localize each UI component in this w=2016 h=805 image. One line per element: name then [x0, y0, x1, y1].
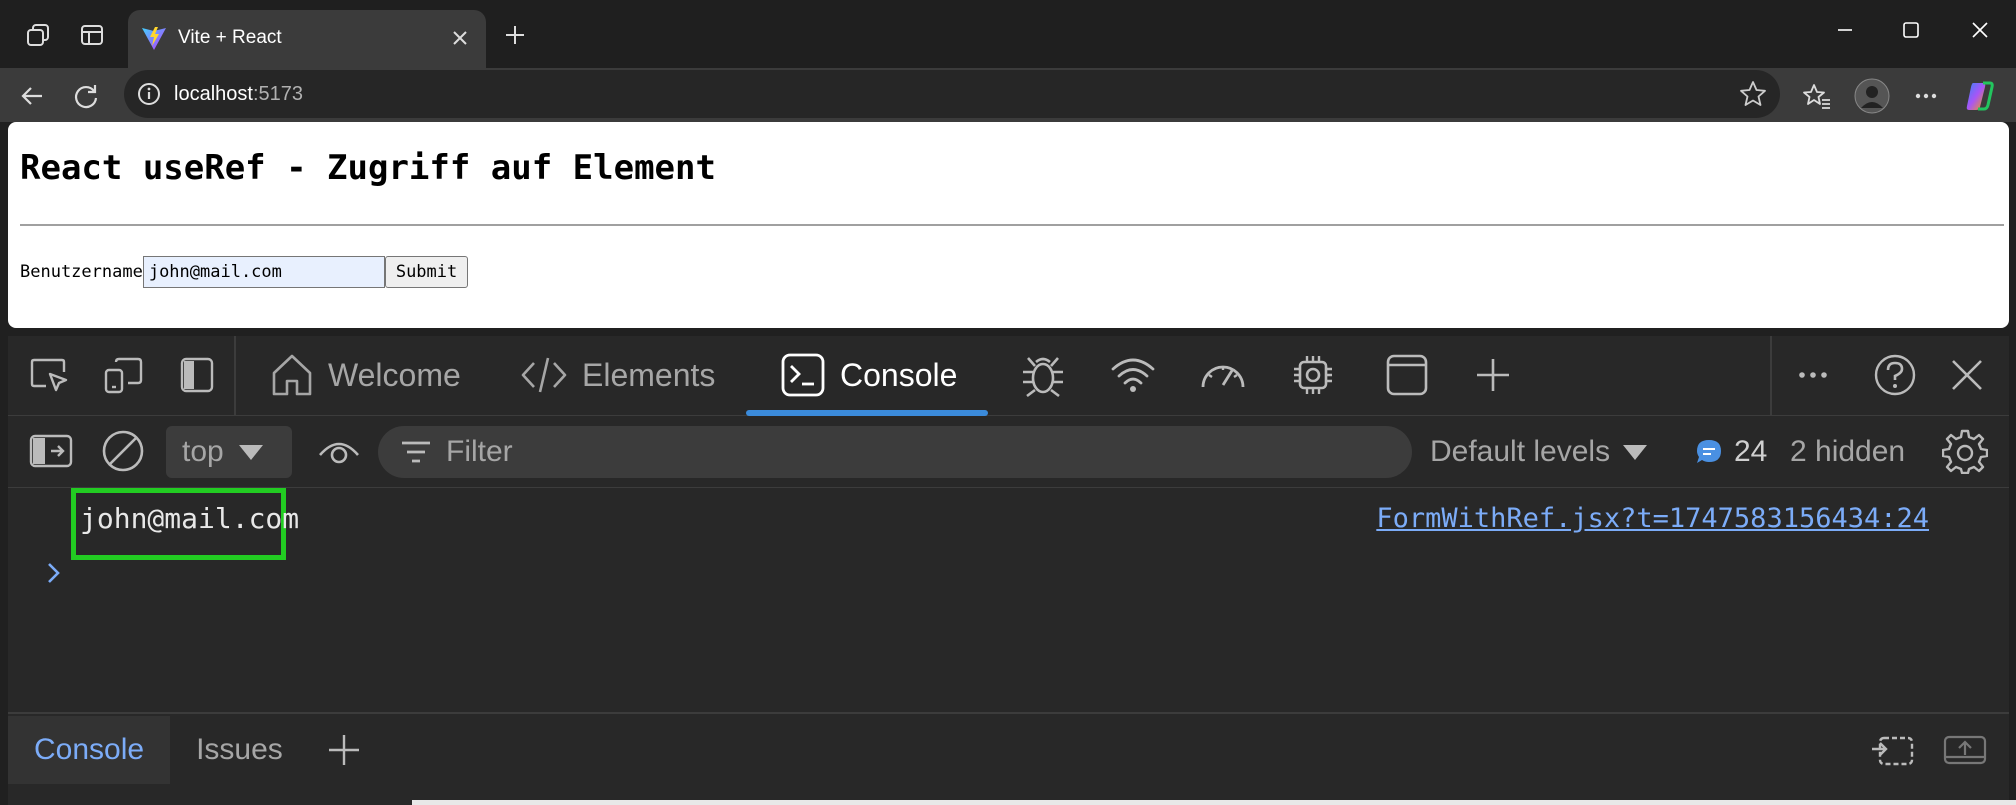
move-to-top-icon[interactable] [1868, 730, 1918, 770]
vite-logo-icon [140, 24, 168, 52]
page-title: React useRef - Zugriff auf Element [20, 148, 716, 188]
submit-button[interactable]: Submit [384, 256, 469, 288]
close-window-button[interactable] [1950, 10, 2010, 50]
help-icon[interactable] [1870, 350, 1920, 400]
message-count[interactable]: 24 [1694, 426, 1767, 478]
tab-welcome[interactable]: Welcome [270, 350, 461, 400]
console-prompt-chevron-icon[interactable] [38, 558, 68, 588]
dock-side-icon[interactable] [172, 350, 222, 400]
performance-gauge-icon[interactable] [1198, 350, 1248, 400]
dock-drawer-icon[interactable] [1940, 730, 1990, 770]
console-filter-bar: top Filter Default levels 24 2 hidden [8, 416, 2009, 488]
inspect-element-icon[interactable] [24, 350, 74, 400]
devtools-more-icon[interactable] [1788, 350, 1838, 400]
filter-icon [402, 441, 430, 463]
filter-placeholder: Filter [446, 435, 513, 468]
copilot-icon[interactable] [1960, 76, 2000, 116]
sources-debug-icon[interactable] [1018, 350, 1068, 400]
log-levels-dropdown[interactable]: Default levels [1430, 426, 1648, 478]
message-count-value: 24 [1734, 435, 1768, 468]
tab-title: Vite + React [178, 27, 282, 48]
drawer-tab-issues[interactable]: Issues [170, 716, 309, 784]
navigation-bar: localhost:5173 [0, 68, 2016, 122]
network-wifi-icon[interactable] [1108, 350, 1158, 400]
browser-tab-strip: Vite + React [0, 0, 2016, 68]
live-expression-eye-icon[interactable] [314, 426, 364, 476]
home-icon [272, 354, 312, 396]
log-message: john@mail.com [80, 502, 300, 535]
url-text: localhost:5173 [174, 82, 303, 106]
drawer-add-tab-icon[interactable] [309, 716, 379, 784]
chevron-down-icon [238, 445, 263, 460]
toolbar-separator [234, 336, 236, 416]
maximize-button[interactable] [1881, 10, 1941, 50]
tab-close-icon[interactable] [446, 24, 474, 52]
address-bar[interactable]: localhost:5173 [124, 70, 1780, 118]
site-info-icon[interactable] [136, 81, 162, 107]
tab-elements-label: Elements [582, 356, 716, 393]
favorites-icon[interactable] [1797, 76, 1837, 116]
new-tab-button[interactable] [498, 18, 532, 52]
hidden-count: 2 hidden [1790, 435, 1906, 468]
drawer-tab-console[interactable]: Console [8, 716, 171, 784]
code-icon [521, 357, 567, 393]
tab-elements[interactable]: Elements [520, 350, 715, 400]
browser-tab-active[interactable]: Vite + React [128, 10, 486, 68]
drawer-tabs: Console Issues [8, 716, 379, 784]
minimize-button[interactable] [1815, 10, 1875, 50]
log-source-link[interactable]: FormWithRef.jsx?t=1747583156434:24 [1376, 502, 1929, 536]
favorite-star-icon[interactable] [1738, 79, 1768, 109]
username-label: Benutzername [20, 262, 143, 282]
filter-input[interactable]: Filter [378, 426, 1412, 478]
devtools-panel: Welcome Elements Console top Filter Defa… [8, 336, 2009, 805]
profile-avatar[interactable] [1852, 76, 1892, 116]
clear-console-icon[interactable] [98, 426, 148, 476]
console-settings-gear-icon[interactable] [1940, 426, 1990, 476]
console-output: john@mail.com FormWithRef.jsx?t=17475831… [8, 488, 2009, 712]
tab-console[interactable]: Console [780, 350, 957, 400]
vertical-tabs-icon[interactable] [72, 17, 112, 53]
back-icon[interactable] [12, 76, 52, 116]
context-value: top [182, 435, 224, 468]
workspaces-icon[interactable] [18, 17, 58, 53]
chevron-down-icon [1623, 445, 1648, 460]
levels-label: Default levels [1430, 435, 1611, 468]
window-bottom-edge [412, 800, 2016, 805]
application-icon[interactable] [1382, 350, 1432, 400]
divider [20, 224, 2004, 226]
more-options-icon[interactable] [1906, 76, 1946, 116]
refresh-icon[interactable] [66, 76, 106, 116]
url-port: :5173 [252, 83, 303, 105]
username-input[interactable]: john@mail.com [142, 256, 385, 288]
close-devtools-icon[interactable] [1942, 350, 1992, 400]
more-tools-plus-icon[interactable] [1468, 350, 1518, 400]
devtools-drawer: Console Issues [8, 712, 2009, 805]
page-viewport: React useRef - Zugriff auf Element Benut… [8, 122, 2009, 328]
memory-chip-icon[interactable] [1288, 350, 1338, 400]
console-icon [781, 353, 825, 397]
message-bubble-icon [1697, 440, 1721, 463]
context-selector[interactable]: top [166, 426, 292, 478]
device-emulation-icon[interactable] [98, 350, 148, 400]
devtools-toolbar: Welcome Elements Console [8, 336, 2009, 416]
url-host: localhost [174, 83, 253, 105]
show-sidebar-icon[interactable] [26, 426, 76, 476]
tab-welcome-label: Welcome [328, 356, 461, 393]
username-form: Benutzername john@mail.com Submit [20, 256, 469, 288]
toolbar-separator [1770, 336, 1772, 416]
tab-console-label: Console [840, 356, 958, 393]
